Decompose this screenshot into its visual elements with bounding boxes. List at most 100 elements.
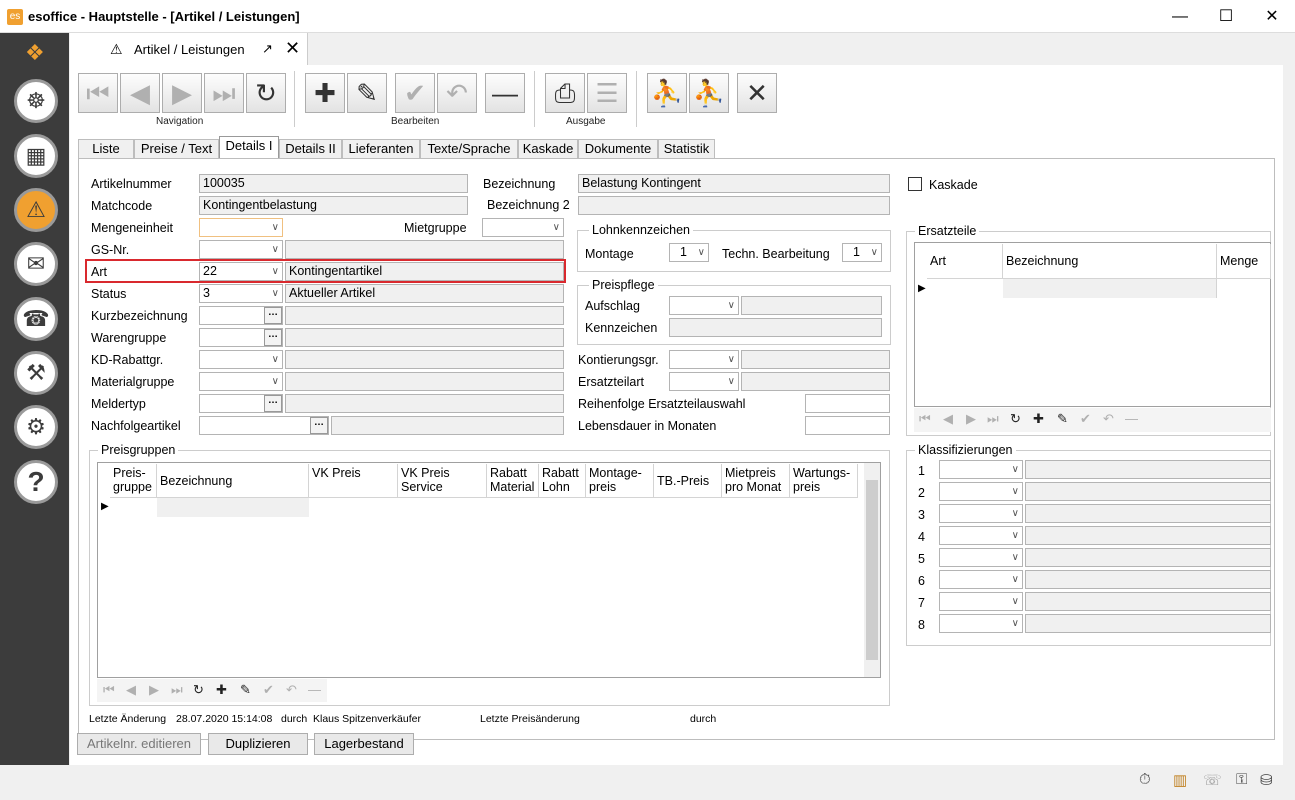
save-icon[interactable]: ✔	[1080, 411, 1091, 427]
export-button[interactable]: ☰	[587, 73, 627, 113]
klassifizierung-select[interactable]: ∨	[939, 460, 1023, 479]
warengruppe-lookup-button[interactable]: …	[264, 329, 282, 346]
tab-liste[interactable]: Liste	[78, 139, 134, 158]
first-record-button[interactable]: ⏮	[78, 73, 118, 113]
preisgruppen-col-9[interactable]: Wartungs- preis	[790, 464, 858, 498]
undo-icon[interactable]: ↶	[1103, 411, 1114, 427]
preisgruppen-col-0[interactable]: Preis- gruppe	[110, 464, 157, 498]
preisgruppen-col-8[interactable]: Mietpreis pro Monat	[722, 464, 790, 498]
refresh-icon[interactable]: ↻	[1010, 411, 1021, 427]
edit-article-number-button[interactable]: Artikelnr. editieren	[77, 733, 201, 755]
timer-icon[interactable]: ⏱	[1139, 771, 1151, 788]
status-select[interactable]: 3 ∨	[199, 284, 283, 303]
artikelnummer-field[interactable]: 100035	[199, 174, 468, 193]
preisgruppen-col-2[interactable]: VK Preis	[309, 464, 398, 498]
klassifizierung-select[interactable]: ∨	[939, 504, 1023, 523]
tab-statistik[interactable]: Statistik	[658, 139, 715, 158]
print-button[interactable]: ⎙	[545, 73, 585, 113]
phone-icon[interactable]: ☏	[1203, 771, 1222, 789]
montage-select[interactable]: 1 ∨	[669, 243, 709, 262]
walk-button[interactable]: ⛹	[647, 73, 687, 113]
edit-icon[interactable]: ✎	[240, 682, 251, 698]
last-icon[interactable]: ⏭	[987, 411, 999, 427]
preisgruppen-col-4[interactable]: Rabatt Material	[487, 464, 539, 498]
ersatzteile-row[interactable]	[1003, 279, 1217, 298]
scrollbar-thumb[interactable]	[866, 480, 878, 660]
art-select[interactable]: 22 ∨	[199, 262, 283, 281]
prev-icon[interactable]: ◀	[126, 682, 136, 698]
tab-preise-text[interactable]: Preise / Text	[134, 139, 219, 158]
edit-icon[interactable]: ✎	[1057, 411, 1068, 427]
previous-record-button[interactable]: ◀	[120, 73, 160, 113]
klassifizierung-select[interactable]: ∨	[939, 548, 1023, 567]
kurzbezeichnung-lookup-button[interactable]: …	[264, 307, 282, 324]
ersatzteilart-select[interactable]: ∨	[669, 372, 739, 391]
database-icon[interactable]: ⛁	[1260, 771, 1273, 789]
preisgruppen-col-1[interactable]: Bezeichnung	[157, 464, 309, 498]
delete-button[interactable]: —	[485, 73, 525, 113]
save-button[interactable]: ✔	[395, 73, 435, 113]
add-icon[interactable]: ✚	[1033, 411, 1044, 427]
prev-icon[interactable]: ◀	[943, 411, 953, 427]
undo-icon[interactable]: ↶	[286, 682, 297, 698]
bezeichnung2-field[interactable]	[578, 196, 890, 215]
edit-button[interactable]: ✎	[347, 73, 387, 113]
klassifizierung-select[interactable]: ∨	[939, 482, 1023, 501]
undo-button[interactable]: ↶	[437, 73, 477, 113]
save-icon[interactable]: ✔	[263, 682, 274, 698]
techn-bearbeitung-select[interactable]: 1 ∨	[842, 243, 882, 262]
klassifizierung-select[interactable]: ∨	[939, 570, 1023, 589]
tab-details-1[interactable]: Details I	[219, 136, 279, 159]
alarm-light-icon[interactable]: ⚠	[14, 188, 58, 232]
tab-kaskade[interactable]: Kaskade	[518, 139, 578, 158]
close-window-button[interactable]: ✕	[1249, 0, 1295, 33]
next-record-button[interactable]: ▶	[162, 73, 202, 113]
klassifizierung-select[interactable]: ∨	[939, 526, 1023, 545]
tab-details-2[interactable]: Details II	[279, 139, 342, 158]
help-icon[interactable]: ?	[14, 460, 58, 504]
helm-icon[interactable]: ☸	[14, 79, 58, 123]
next-icon[interactable]: ▶	[149, 682, 159, 698]
mietgruppe-select[interactable]: ∨	[482, 218, 564, 237]
gears-icon[interactable]: ⚙	[14, 405, 58, 449]
tab-lieferanten[interactable]: Lieferanten	[342, 139, 420, 158]
gsnr-select[interactable]: ∨	[199, 240, 283, 259]
meldertyp-lookup-button[interactable]: …	[264, 395, 282, 412]
add-icon[interactable]: ✚	[216, 682, 227, 698]
kennzeichen-field[interactable]	[669, 318, 882, 337]
tab-dokumente[interactable]: Dokumente	[578, 139, 658, 158]
delete-icon[interactable]: —	[308, 682, 321, 697]
first-icon[interactable]: ⏮	[103, 682, 115, 698]
preisgruppen-col-3[interactable]: VK Preis Service	[398, 464, 487, 498]
kontierung-select[interactable]: ∨	[669, 350, 739, 369]
maximize-button[interactable]: ☐	[1203, 0, 1249, 33]
mengeneinheit-select[interactable]: ∨	[199, 218, 283, 237]
headset-icon[interactable]: ☎	[14, 297, 58, 341]
tools-icon[interactable]: ⚒	[14, 351, 58, 395]
bezeichnung-field[interactable]: Belastung Kontingent	[578, 174, 890, 193]
matchcode-field[interactable]: Kontingentbelastung	[199, 196, 468, 215]
ersatzteile-col-art[interactable]: Art	[927, 244, 1003, 279]
preisgruppen-col-5[interactable]: Rabatt Lohn	[539, 464, 586, 498]
preisgruppen-col-7[interactable]: TB.-Preis	[654, 464, 722, 498]
run-button[interactable]: ⛹	[689, 73, 729, 113]
klassifizierung-select[interactable]: ∨	[939, 614, 1023, 633]
lebensdauer-input[interactable]	[805, 416, 890, 435]
kaskade-checkbox[interactable]	[908, 177, 922, 191]
lock-icon[interactable]: ⚿	[1236, 771, 1247, 788]
materialgruppe-select[interactable]: ∨	[199, 372, 283, 391]
close-record-button[interactable]: ✕	[737, 73, 777, 113]
nachfolgeartikel-lookup-button[interactable]: …	[310, 417, 328, 434]
kdrabatt-select[interactable]: ∨	[199, 350, 283, 369]
ersatzteile-col-bezeichnung[interactable]: Bezeichnung	[1003, 244, 1217, 279]
ersatzteile-col-menge[interactable]: Menge	[1217, 244, 1271, 279]
last-icon[interactable]: ⏭	[171, 682, 183, 698]
klassifizierung-select[interactable]: ∨	[939, 592, 1023, 611]
preisgruppen-row[interactable]	[157, 498, 309, 517]
duplicate-button[interactable]: Duplizieren	[208, 733, 308, 755]
minimize-button[interactable]: —	[1157, 0, 1203, 33]
last-record-button[interactable]: ⏭	[204, 73, 244, 113]
delete-icon[interactable]: —	[1125, 411, 1138, 426]
add-button[interactable]: ✚	[305, 73, 345, 113]
preisgruppen-col-6[interactable]: Montage- preis	[586, 464, 654, 498]
